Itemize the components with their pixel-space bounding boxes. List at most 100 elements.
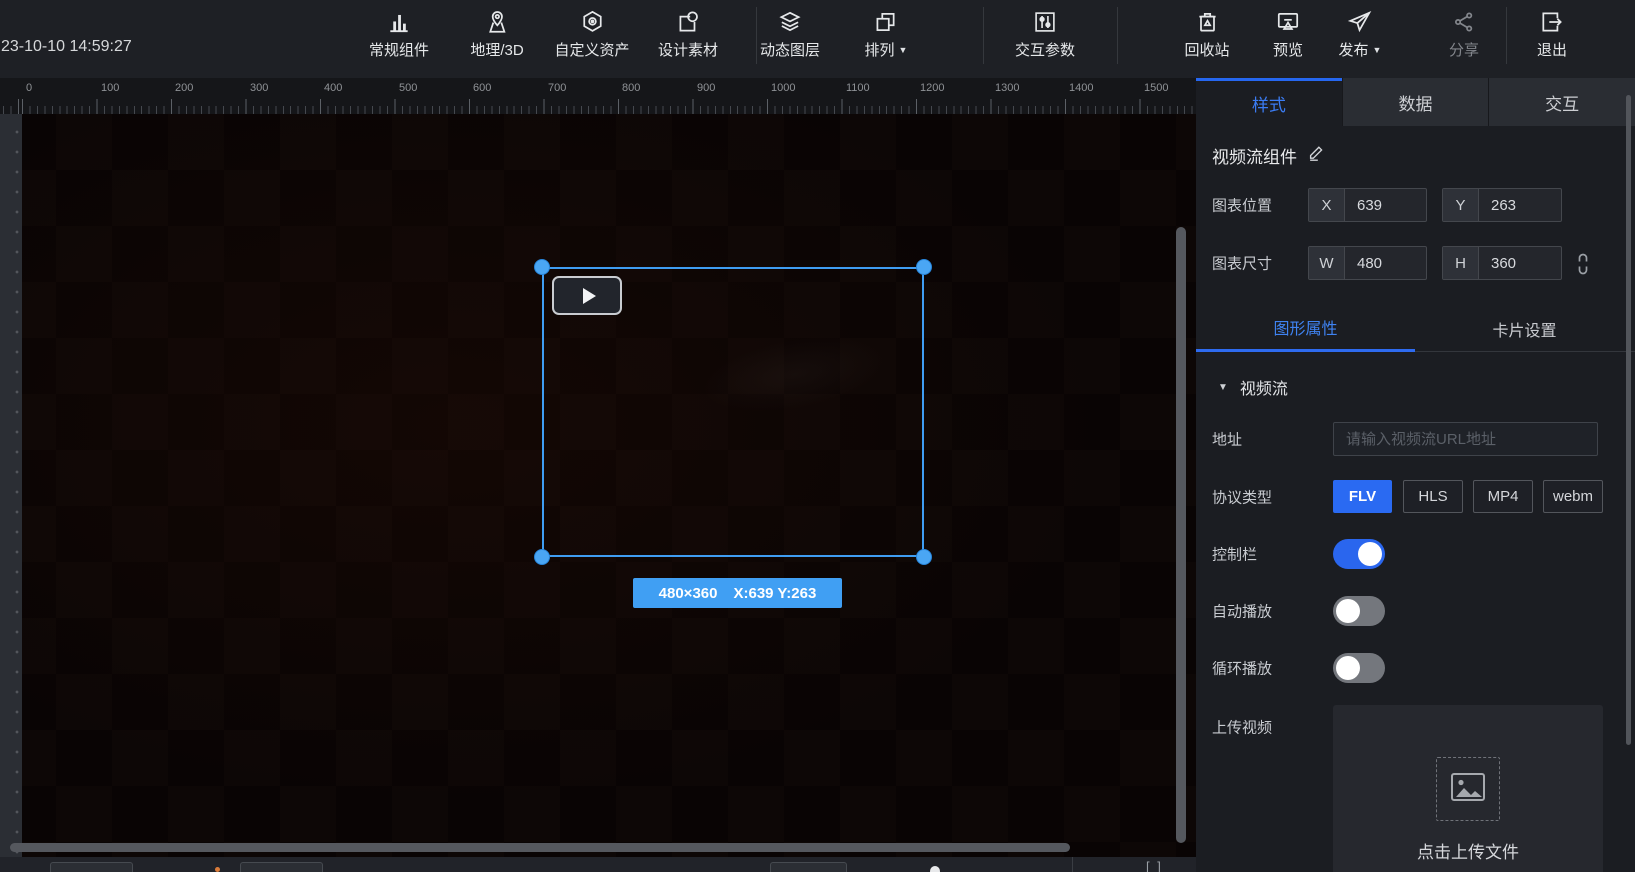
x-field[interactable]: X 639: [1308, 188, 1427, 222]
fullscreen-icon[interactable]: [ ]: [1146, 859, 1163, 872]
toolbar-separator: [756, 7, 757, 64]
sub-tab-bar: 图形属性 卡片设置: [1196, 305, 1635, 352]
selection-handle-top-right[interactable]: [916, 259, 932, 275]
link-size-icon[interactable]: [1574, 252, 1592, 281]
ruler-label: 500: [399, 82, 417, 94]
collapse-icon: ▼: [1218, 382, 1228, 393]
interaction-params-button[interactable]: 交互参数: [1015, 9, 1075, 60]
toggle-knob: [1336, 599, 1360, 623]
upload-label: 上传视频: [1212, 717, 1272, 738]
loop-row: 循环播放: [1196, 653, 1635, 683]
ruler-label: 200: [175, 82, 193, 94]
recycle-bin-button[interactable]: 回收站: [1184, 9, 1229, 60]
ruler-label: 1200: [920, 82, 944, 94]
exit-button[interactable]: 退出: [1537, 9, 1567, 60]
panel-tab-bar: 样式 数据 交互: [1196, 78, 1635, 126]
address-label: 地址: [1212, 429, 1242, 450]
components-button[interactable]: 常规组件: [369, 9, 429, 60]
bottom-bar-button[interactable]: [770, 862, 847, 872]
dynamic-layers-label: 动态图层: [760, 39, 820, 60]
design-asset-icon: [675, 9, 701, 35]
w-value[interactable]: 480: [1345, 255, 1426, 272]
selection-handle-top-left[interactable]: [534, 259, 550, 275]
geo3d-label: 地理/3D: [470, 39, 523, 60]
y-field[interactable]: Y 263: [1442, 188, 1562, 222]
ruler-label: 600: [473, 82, 491, 94]
toolbar-separator: [1506, 7, 1507, 64]
x-value[interactable]: 639: [1345, 197, 1426, 214]
layers-icon: [777, 9, 803, 35]
preview-label: 预览: [1273, 39, 1303, 60]
play-icon: [583, 288, 596, 304]
arrange-caret-icon: ▼: [899, 45, 908, 55]
protocol-mp4-button[interactable]: MP4: [1473, 480, 1533, 513]
y-prefix: Y: [1443, 189, 1479, 221]
canvas-vertical-scrollbar[interactable]: [1176, 227, 1186, 843]
upload-text: 点击上传文件: [1333, 838, 1603, 863]
publish-icon: [1347, 9, 1373, 35]
protocol-hls-button[interactable]: HLS: [1403, 480, 1463, 513]
share-label: 分享: [1449, 39, 1479, 60]
autoplay-row: 自动播放: [1196, 596, 1635, 626]
h-value[interactable]: 360: [1479, 255, 1561, 272]
design-canvas[interactable]: 480×360 X:639 Y:263: [0, 114, 1196, 857]
h-prefix: H: [1443, 247, 1479, 279]
upload-placeholder-box: [1436, 757, 1500, 821]
tab-style[interactable]: 样式: [1196, 78, 1342, 126]
hexagon-asset-icon: [579, 9, 605, 35]
address-input[interactable]: [1333, 422, 1598, 456]
selection-handle-bottom-left[interactable]: [534, 549, 550, 565]
sliders-icon: [1032, 9, 1058, 35]
controls-label: 控制栏: [1212, 544, 1257, 565]
protocol-webm-button[interactable]: webm: [1543, 480, 1603, 513]
video-stream-section-header[interactable]: ▼ 视频流: [1218, 375, 1288, 399]
autoplay-toggle[interactable]: [1333, 596, 1385, 626]
workspace-dot-grid: [0, 114, 22, 857]
chart-position-label: 图表位置: [1212, 195, 1272, 216]
design-assets-button[interactable]: 设计素材: [658, 9, 718, 60]
canvas-horizontal-scrollbar[interactable]: [10, 843, 1070, 852]
bottom-bar-button[interactable]: [50, 862, 133, 872]
loop-toggle[interactable]: [1333, 653, 1385, 683]
color-dot-icon: [215, 867, 220, 872]
exit-icon: [1539, 9, 1565, 35]
ruler-label: 1400: [1069, 82, 1093, 94]
tab-interaction[interactable]: 交互: [1488, 78, 1635, 126]
properties-panel: 样式 数据 交互 视频流组件 图表位置 X 639 Y 263 图表尺寸 W 4…: [1196, 78, 1635, 872]
selection-handle-bottom-right[interactable]: [916, 549, 932, 565]
badge-size: 480×360: [659, 585, 718, 602]
subtab-card-settings[interactable]: 卡片设置: [1415, 305, 1634, 352]
exit-label: 退出: [1537, 39, 1567, 60]
subtab-graphic-props[interactable]: 图形属性: [1196, 305, 1415, 352]
y-value[interactable]: 263: [1479, 197, 1561, 214]
share-button[interactable]: 分享: [1449, 9, 1479, 60]
panel-scrollbar[interactable]: [1626, 95, 1631, 745]
h-field[interactable]: H 360: [1442, 246, 1562, 280]
edit-icon[interactable]: [1307, 144, 1325, 167]
component-title-row: 视频流组件: [1212, 142, 1325, 168]
preview-icon: [1275, 9, 1301, 35]
geo3d-button[interactable]: 地理/3D: [470, 9, 523, 60]
controls-toggle[interactable]: [1333, 539, 1385, 569]
tab-data[interactable]: 数据: [1342, 78, 1489, 126]
zoom-knob-icon[interactable]: [930, 866, 940, 872]
interaction-params-label: 交互参数: [1015, 39, 1075, 60]
dynamic-layers-button[interactable]: 动态图层: [760, 9, 820, 60]
autoplay-label: 自动播放: [1212, 601, 1272, 622]
custom-assets-button[interactable]: 自定义资产: [554, 9, 629, 60]
upload-dropzone[interactable]: 点击上传文件: [1333, 705, 1603, 872]
ruler-label: 300: [250, 82, 268, 94]
ruler-label: 1100: [846, 82, 870, 94]
w-field[interactable]: W 480: [1308, 246, 1427, 280]
bottom-bar-button[interactable]: [240, 862, 323, 872]
play-button[interactable]: [552, 276, 622, 315]
ruler-major-ticks: [0, 99, 1196, 114]
ruler-label: 100: [101, 82, 119, 94]
protocol-flv-button[interactable]: FLV: [1333, 480, 1392, 513]
share-icon: [1451, 9, 1477, 35]
toolbar-separator: [983, 7, 984, 64]
top-toolbar: 23-10-10 14:59:27 常规组件 地理/3D 自定义资产 设计素材 …: [0, 0, 1635, 78]
publish-button[interactable]: 发布▼: [1339, 9, 1382, 60]
arrange-button[interactable]: 排列▼: [865, 9, 908, 60]
preview-button[interactable]: 预览: [1273, 9, 1303, 60]
